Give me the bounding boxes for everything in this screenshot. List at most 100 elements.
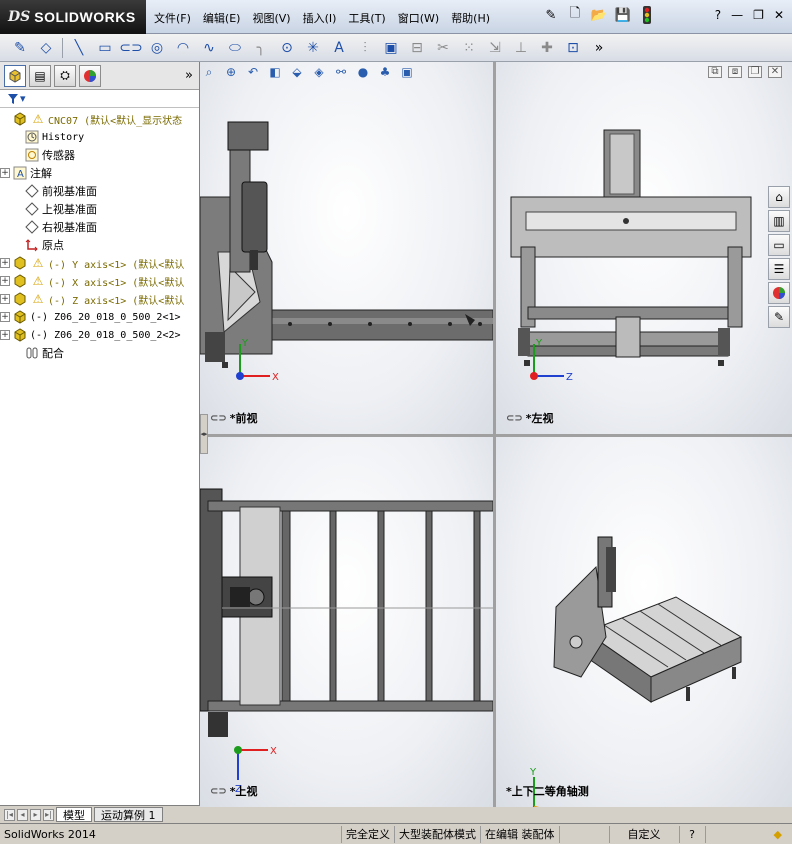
menu-edit[interactable]: 编辑(E) bbox=[197, 8, 247, 28]
expand-icon[interactable]: + bbox=[0, 168, 10, 178]
tree-item-label: (-) Z06_20_018_0_500_2<1> bbox=[30, 311, 181, 323]
link-view-icon: ⊂⊃ bbox=[210, 785, 227, 797]
prev-tab-icon[interactable]: ◂ bbox=[17, 808, 28, 821]
help-status-icon[interactable]: ? bbox=[680, 825, 706, 843]
units-custom[interactable]: 自定义 bbox=[610, 825, 680, 843]
tree-item-front-plane[interactable]: 前视基准面 bbox=[0, 182, 199, 200]
text-icon[interactable]: A bbox=[329, 38, 349, 58]
axis-x-label: X bbox=[272, 372, 279, 383]
pin-menu-icon[interactable]: ✎ bbox=[542, 6, 560, 24]
rectangle-icon[interactable]: ▭ bbox=[95, 38, 115, 58]
file-explorer-icon[interactable]: ▭ bbox=[768, 234, 790, 256]
design-library-icon[interactable]: ▥ bbox=[768, 210, 790, 232]
menu-insert[interactable]: 插入(I) bbox=[297, 8, 343, 28]
toolbar-more-icon[interactable]: » bbox=[589, 38, 609, 58]
tree-item-part-1[interactable]: + (-) Z06_20_018_0_500_2<1> bbox=[0, 308, 199, 326]
view-palette-icon[interactable]: ☰ bbox=[768, 258, 790, 280]
display-manager-tab[interactable] bbox=[79, 64, 101, 87]
display-relations-icon[interactable]: ⊡ bbox=[563, 38, 583, 58]
ellipse-icon[interactable]: ⬭ bbox=[225, 38, 245, 58]
tree-item-right-plane[interactable]: 右视基准面 bbox=[0, 218, 199, 236]
plane-icon bbox=[24, 201, 40, 217]
menu-tools[interactable]: 工具(T) bbox=[342, 8, 391, 28]
repair-sketch-icon[interactable]: ✚ bbox=[537, 38, 557, 58]
plane-icon bbox=[24, 183, 40, 199]
tree-item-mates[interactable]: 配合 bbox=[0, 344, 199, 362]
arc-icon[interactable]: ◠ bbox=[173, 38, 193, 58]
slot-icon[interactable]: ⊂⊃ bbox=[119, 38, 142, 58]
configuration-manager-tab[interactable]: ⛭ bbox=[54, 64, 76, 87]
menu-window[interactable]: 窗口(W) bbox=[392, 8, 445, 28]
linear-pattern-icon[interactable]: ⁙ bbox=[459, 38, 479, 58]
help-icon[interactable]: ? bbox=[715, 8, 721, 22]
restore-button[interactable]: ❐ bbox=[753, 8, 764, 22]
viewport-dimetric[interactable]: Y X Z *上下二等角轴测 bbox=[496, 437, 792, 807]
home-icon[interactable]: ⌂ bbox=[768, 186, 790, 208]
feature-manager-panel: ▤ ⛭ » ▾ ⚠ CNC07 (默认<默认_显示状态 History 传感器 … bbox=[0, 62, 200, 807]
next-tab-icon[interactable]: ▸ bbox=[30, 808, 41, 821]
tree-filter[interactable]: ▾ bbox=[0, 90, 199, 108]
expand-icon[interactable]: + bbox=[0, 258, 10, 268]
tree-item-y-axis[interactable]: + ⚠ (-) Y axis<1> (默认<默认 bbox=[0, 254, 199, 272]
convert-entities-icon[interactable]: ⊟ bbox=[407, 38, 427, 58]
main-menu: 文件(F) 编辑(E) 视图(V) 插入(I) 工具(T) 窗口(W) 帮助(H… bbox=[148, 8, 496, 28]
smart-dimension-icon[interactable]: ◇ bbox=[36, 38, 56, 58]
custom-properties-icon[interactable]: ✎ bbox=[768, 306, 790, 328]
tree-item-root-assembly[interactable]: ⚠ CNC07 (默认<默认_显示状态 bbox=[0, 110, 199, 128]
tree-item-x-axis[interactable]: + ⚠ (-) X axis<1> (默认<默认 bbox=[0, 272, 199, 290]
triad-axes: Y X bbox=[236, 338, 279, 383]
last-tab-icon[interactable]: ▸| bbox=[43, 808, 54, 821]
viewport-top[interactable]: X Z ⊂⊃ *上视 bbox=[200, 437, 493, 807]
offset-icon[interactable]: ▣ bbox=[381, 38, 401, 58]
circle-icon[interactable]: ◎ bbox=[147, 38, 167, 58]
expand-icon[interactable]: + bbox=[0, 330, 10, 340]
minimize-button[interactable]: — bbox=[731, 8, 743, 22]
property-manager-tab[interactable]: ▤ bbox=[29, 64, 51, 87]
trim-icon[interactable]: ✂ bbox=[433, 38, 453, 58]
tab-model[interactable]: 模型 bbox=[56, 807, 92, 822]
fillet-icon[interactable]: ╮ bbox=[251, 38, 271, 58]
viewport-left[interactable]: ⧉ ⧈ ❐ ✕ Y Z ⊂⊃ *左视 bbox=[496, 62, 792, 434]
expand-icon[interactable]: + bbox=[0, 276, 10, 286]
relations-icon[interactable]: ⊥ bbox=[511, 38, 531, 58]
feature-manager-tab[interactable] bbox=[4, 64, 26, 87]
view-name-label: ⊂⊃ *前视 bbox=[210, 412, 258, 425]
menu-view[interactable]: 视图(V) bbox=[246, 8, 296, 28]
new-document-icon[interactable]: 🗋 bbox=[566, 6, 584, 24]
open-document-icon[interactable]: 📂 bbox=[590, 6, 608, 24]
viewport-front[interactable]: ⌕ ⊕ ↶ ◧ ⬙ ◈ ⚯ ● ♣ ▣ Y X ⊂⊃ *前视 bbox=[200, 62, 493, 434]
tree-item-origin[interactable]: 原点 bbox=[0, 236, 199, 254]
close-button[interactable]: ✕ bbox=[774, 8, 784, 22]
save-icon[interactable]: 💾 bbox=[614, 6, 632, 24]
rebuild-icon[interactable] bbox=[638, 6, 656, 24]
expand-icon[interactable]: + bbox=[0, 294, 10, 304]
point-icon[interactable]: ⊙ bbox=[277, 38, 297, 58]
sketch-icon[interactable]: ✎ bbox=[10, 38, 30, 58]
panel-more-icon[interactable]: » bbox=[185, 68, 193, 83]
tree-item-annotations[interactable]: + A 注解 bbox=[0, 164, 199, 182]
tree-item-history[interactable]: History bbox=[0, 128, 199, 146]
graphics-area[interactable]: ⌕ ⊕ ↶ ◧ ⬙ ◈ ⚯ ● ♣ ▣ Y X ⊂⊃ *前视 ⧉ ⧈ ❐ ✕ Y… bbox=[200, 62, 792, 807]
tree-item-sensors[interactable]: 传感器 bbox=[0, 146, 199, 164]
centerline-icon[interactable]: ✳ bbox=[303, 38, 323, 58]
sensor-icon bbox=[24, 147, 40, 163]
tag-icon[interactable]: ◆ bbox=[770, 826, 792, 843]
first-tab-icon[interactable]: |◂ bbox=[4, 808, 15, 821]
menu-help[interactable]: 帮助(H) bbox=[445, 8, 496, 28]
tree-item-z-axis[interactable]: + ⚠ (-) Z axis<1> (默认<默认 bbox=[0, 290, 199, 308]
spline-icon[interactable]: ∿ bbox=[199, 38, 219, 58]
solidworks-logo[interactable]: DS SOLIDWORKS bbox=[0, 0, 146, 34]
move-entities-icon[interactable]: ⇲ bbox=[485, 38, 505, 58]
collapse-panel-icon[interactable]: ◂▸ bbox=[200, 414, 208, 454]
tab-motion-study[interactable]: 运动算例 1 bbox=[94, 807, 163, 822]
tree-item-label: 原点 bbox=[42, 239, 64, 252]
warning-icon: ⚠ bbox=[32, 274, 44, 288]
line-icon[interactable]: ╲ bbox=[69, 38, 89, 58]
appearances-icon[interactable] bbox=[768, 282, 790, 304]
expand-icon[interactable]: + bbox=[0, 312, 10, 322]
tree-item-part-2[interactable]: + (-) Z06_20_018_0_500_2<2> bbox=[0, 326, 199, 344]
mirror-icon[interactable]: ⫶ bbox=[355, 38, 375, 58]
axis-x-label: X bbox=[270, 746, 277, 757]
menu-file[interactable]: 文件(F) bbox=[148, 8, 197, 28]
tree-item-top-plane[interactable]: 上视基准面 bbox=[0, 200, 199, 218]
